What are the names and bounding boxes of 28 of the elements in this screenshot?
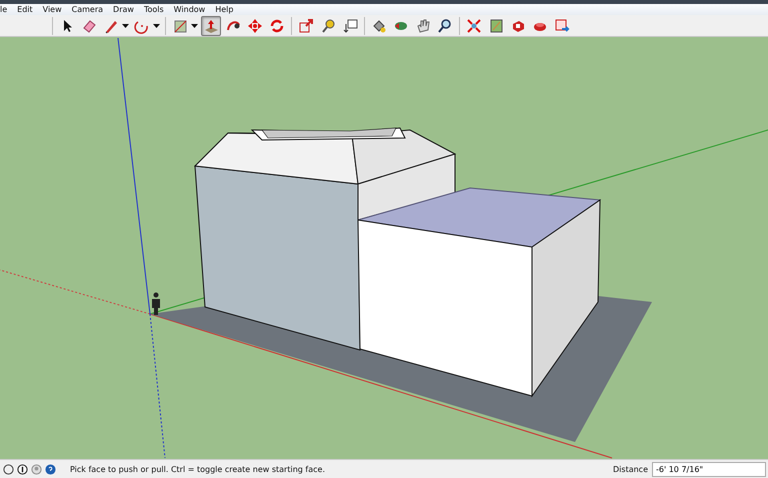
status-hint: Pick face to push or pull. Ctrl = toggle create new starting face. [70, 464, 325, 474]
menu-item[interactable]: Edit [12, 4, 38, 15]
menu-item[interactable]: Tools [138, 4, 169, 15]
tape-measure-icon [320, 18, 336, 34]
move-arrows-icon [247, 18, 263, 34]
circle-icon[interactable] [3, 464, 14, 474]
3d-viewport[interactable] [0, 37, 768, 459]
rotate-icon [269, 18, 285, 34]
menu-item[interactable]: Camera [66, 4, 108, 15]
push-pull-icon [203, 18, 219, 34]
export-icon [554, 18, 570, 34]
zoom-icon [437, 18, 453, 34]
measurement-label: Distance [613, 464, 648, 474]
hand-icon [415, 18, 431, 34]
building-model-drawing[interactable] [150, 127, 652, 442]
menu-item[interactable]: Window [168, 4, 210, 15]
menu-item[interactable]: Help [210, 4, 238, 15]
measurement-field[interactable]: -6' 10 7/16" [652, 462, 766, 476]
eraser-icon [81, 18, 97, 34]
menu-item[interactable]: View [38, 4, 67, 15]
info-icon[interactable] [17, 464, 28, 474]
menu-item[interactable]: le [0, 4, 12, 15]
help-icon[interactable] [45, 464, 56, 474]
zoom-extents-icon [466, 18, 482, 34]
rectangle-icon [172, 18, 188, 34]
scale-icon [298, 18, 314, 34]
person-figure-icon [152, 292, 160, 315]
menu-item[interactable]: Draw [108, 4, 139, 15]
